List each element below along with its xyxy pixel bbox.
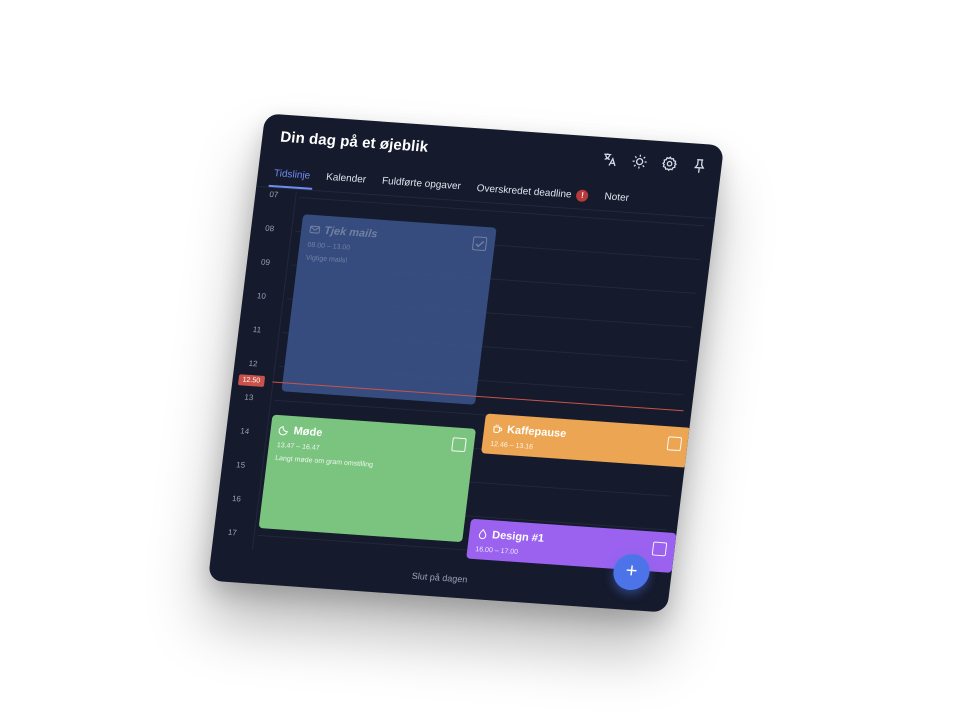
tab-label: Tidslinje: [273, 168, 311, 182]
event-title: Møde: [292, 424, 324, 439]
hour-label: 12: [248, 358, 259, 369]
event-check-mails[interactable]: Tjek mails 08.00 – 13.00 Vigtige mails!: [281, 214, 497, 405]
tab-label: Kalender: [325, 171, 367, 186]
hour-label: 09: [260, 257, 271, 268]
moon-icon: [278, 424, 290, 436]
current-time-chip: 12.50: [237, 374, 265, 387]
event-title: Tjek mails: [323, 224, 379, 241]
drop-icon: [477, 528, 489, 540]
hour-label: 13: [243, 392, 254, 403]
event-checkbox[interactable]: [651, 541, 668, 557]
tab-notes[interactable]: Noter: [595, 185, 638, 211]
tab-completed-tasks[interactable]: Fuldførte opgaver: [373, 169, 471, 198]
sun-icon[interactable]: [631, 153, 649, 170]
gear-icon[interactable]: [661, 155, 679, 172]
hour-label: 14: [239, 426, 250, 437]
event-checkbox[interactable]: [451, 437, 467, 453]
event-checkbox[interactable]: [471, 236, 488, 252]
coffee-icon: [491, 423, 503, 435]
hour-label: 17: [227, 527, 238, 538]
envelope-icon: [309, 224, 321, 236]
timeline[interactable]: 07 08 09 10 11 12 13 14 15 16 17 Tjek ma…: [212, 189, 715, 579]
event-time: 12.46 – 13.16: [489, 440, 534, 451]
tab-label: Fuldførte opgaver: [381, 175, 462, 193]
current-time-line: [272, 381, 684, 412]
tab-label: Overskredet deadline: [476, 182, 573, 201]
event-title: Kaffepause: [506, 423, 567, 440]
event-coffee-break[interactable]: Kaffepause 12.46 – 13.16: [481, 413, 692, 468]
hour-label: 15: [235, 460, 246, 470]
tab-calendar[interactable]: Kalender: [317, 165, 376, 192]
overdue-badge: !: [575, 188, 590, 202]
event-title: Design #1: [491, 529, 545, 545]
page-title: Din dag på et øjeblik: [279, 128, 430, 156]
hour-label: 16: [231, 494, 242, 504]
tab-timeline[interactable]: Tidslinje: [265, 162, 320, 189]
event-meeting[interactable]: Møde 13.47 – 16.47 Langt møde om gram om…: [258, 414, 477, 543]
translate-icon[interactable]: [601, 151, 619, 168]
header-icons: [601, 151, 709, 174]
hour-label: 08: [264, 223, 275, 234]
tab-label: Noter: [603, 191, 630, 204]
day-overview-window: Din dag på et øjeblik Tidslinje Kalender: [207, 113, 725, 613]
hour-label: 10: [256, 291, 267, 301]
stage: Din dag på et øjeblik Tidslinje Kalender: [0, 0, 960, 720]
pin-icon[interactable]: [691, 157, 709, 174]
hour-label: 11: [252, 325, 262, 335]
checkmark-icon: [475, 240, 485, 248]
event-checkbox[interactable]: [666, 436, 683, 452]
hour-label: 07: [268, 189, 279, 200]
